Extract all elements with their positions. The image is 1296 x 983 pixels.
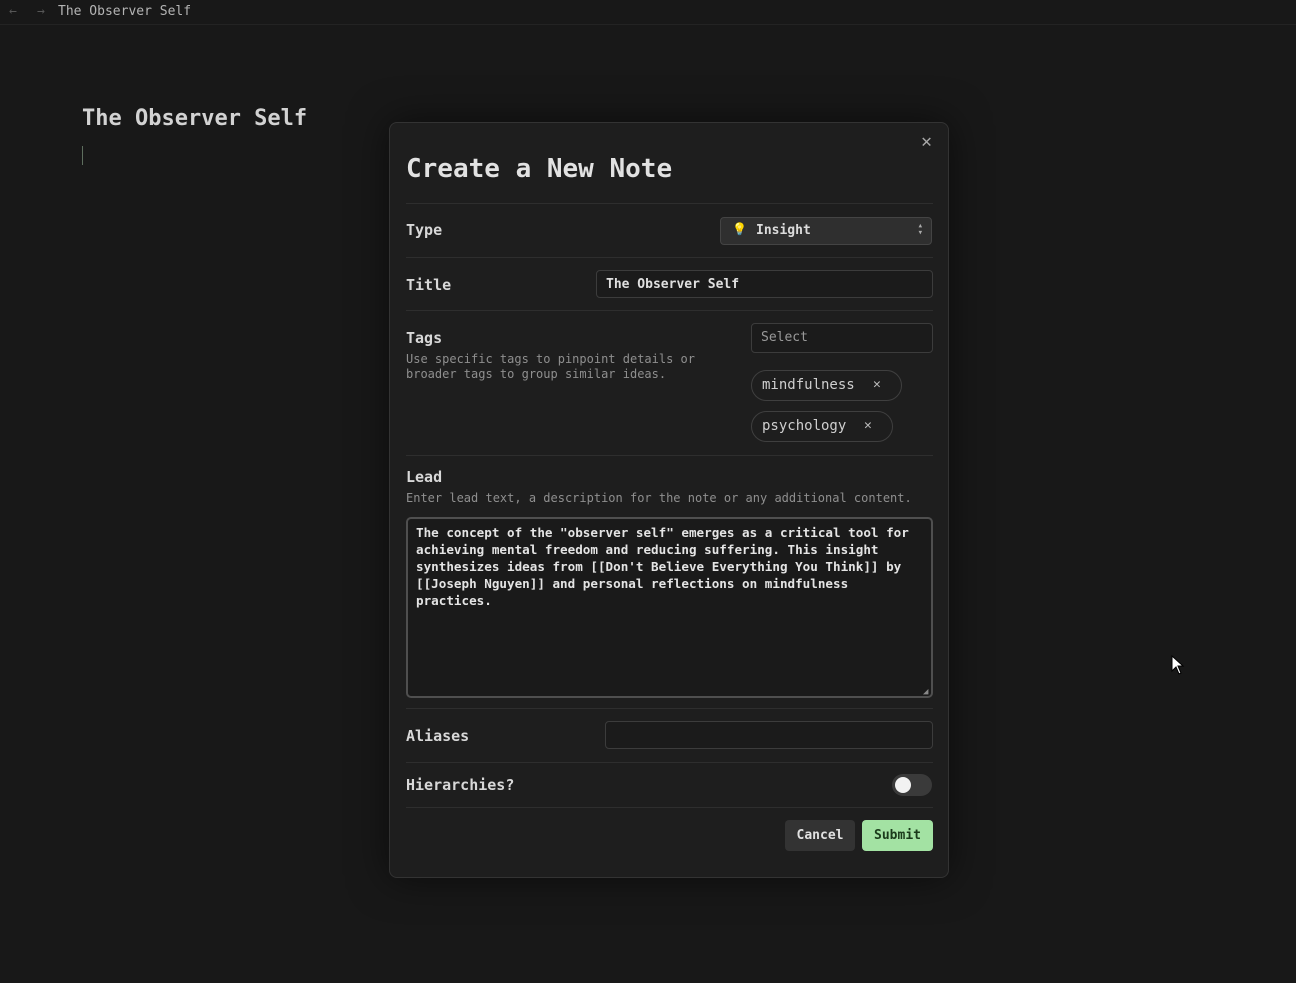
create-note-modal: ✕ Create a New Note Type 💡 Insight ▴ ▾ Ti…	[389, 122, 949, 878]
title-label: Title	[406, 276, 452, 294]
tag-chip-label: mindfulness	[762, 377, 855, 393]
tag-chip-mindfulness: mindfulness ✕	[751, 370, 902, 401]
lead-textarea[interactable]: The concept of the "observer self" emerg…	[406, 517, 933, 698]
tag-chip-label: psychology	[762, 418, 847, 434]
tags-label: Tags	[406, 329, 443, 347]
remove-tag-icon[interactable]: ✕	[864, 418, 872, 433]
divider	[406, 807, 933, 808]
divider	[406, 708, 933, 709]
modal-title: Create a New Note	[406, 154, 673, 184]
title-input[interactable]	[596, 270, 933, 298]
cancel-button[interactable]: Cancel	[785, 820, 855, 851]
resize-handle-icon[interactable]: ◢	[923, 687, 928, 697]
submit-button[interactable]: Submit	[862, 820, 933, 851]
divider	[406, 762, 933, 763]
chevron-up-down-icon: ▴ ▾	[917, 221, 923, 238]
type-select-value: Insight	[756, 223, 811, 238]
divider	[406, 310, 933, 311]
close-icon[interactable]: ✕	[921, 131, 932, 152]
tags-select[interactable]: Select	[751, 323, 933, 353]
breadcrumb-title[interactable]: The Observer Self	[58, 4, 191, 19]
aliases-input[interactable]	[605, 721, 933, 749]
tag-chip-psychology: psychology ✕	[751, 411, 893, 442]
divider	[406, 455, 933, 456]
type-select[interactable]: 💡 Insight ▴ ▾	[720, 217, 932, 245]
hierarchies-label: Hierarchies?	[406, 776, 515, 794]
remove-tag-icon[interactable]: ✕	[873, 377, 881, 392]
hierarchies-toggle[interactable]	[892, 774, 932, 796]
document-title[interactable]: The Observer Self	[82, 106, 307, 131]
lead-description: Enter lead text, a description for the n…	[406, 491, 912, 505]
arrow-right-icon[interactable]: →	[37, 4, 45, 19]
lightbulb-icon: 💡	[732, 222, 747, 236]
divider	[406, 257, 933, 258]
tags-description-line-1: Use specific tags to pinpoint details or	[406, 352, 695, 366]
toggle-knob	[895, 777, 911, 793]
arrow-left-icon[interactable]: ←	[9, 4, 17, 19]
top-navigation-bar: ← → The Observer Self	[0, 0, 1296, 25]
lead-label: Lead	[406, 468, 443, 486]
type-label: Type	[406, 221, 443, 239]
aliases-label: Aliases	[406, 727, 470, 745]
tags-description-line-2: broader tags to group similar ideas.	[406, 367, 667, 381]
mouse-cursor-icon	[1171, 655, 1185, 675]
text-caret	[82, 146, 83, 165]
tags-select-placeholder: Select	[761, 330, 808, 345]
divider	[406, 203, 933, 204]
